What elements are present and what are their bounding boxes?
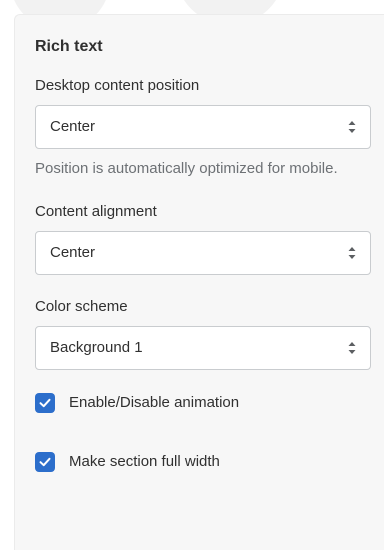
content-alignment-label: Content alignment [35, 203, 157, 220]
enable-animation-checkbox[interactable] [35, 393, 55, 413]
color-scheme-group: Color scheme Background 1 [35, 297, 371, 370]
desktop-content-position-select[interactable]: Center [35, 105, 371, 149]
chevron-up-down-icon [348, 121, 356, 133]
color-scheme-value: Background 1 [50, 339, 143, 356]
desktop-content-position-group: Desktop content position Center Position… [35, 76, 371, 180]
color-scheme-label: Color scheme [35, 298, 128, 315]
enable-animation-label: Enable/Disable animation [69, 394, 240, 411]
content-alignment-select[interactable]: Center [35, 231, 371, 275]
checkmark-icon [39, 457, 51, 467]
settings-panel: Rich text Desktop content position Cente… [14, 14, 384, 550]
enable-animation-checkbox-row[interactable]: Enable/Disable animation [35, 391, 371, 415]
full-width-checkbox[interactable] [35, 452, 55, 472]
desktop-content-position-label: Desktop content position [35, 77, 200, 94]
panel-title: Rich text [35, 38, 103, 55]
checkmark-icon [39, 398, 51, 408]
page: Rich text Desktop content position Cente… [0, 0, 384, 550]
chevron-up-down-icon [348, 342, 356, 354]
chevron-up-down-icon [348, 247, 356, 259]
full-width-checkbox-row[interactable]: Make section full width [35, 450, 371, 474]
color-scheme-select[interactable]: Background 1 [35, 326, 371, 370]
desktop-content-position-help: Position is automatically optimized for … [35, 160, 338, 177]
content-alignment-value: Center [50, 244, 96, 261]
full-width-label: Make section full width [69, 453, 220, 470]
desktop-content-position-value: Center [50, 118, 96, 135]
content-alignment-group: Content alignment Center [35, 202, 371, 275]
